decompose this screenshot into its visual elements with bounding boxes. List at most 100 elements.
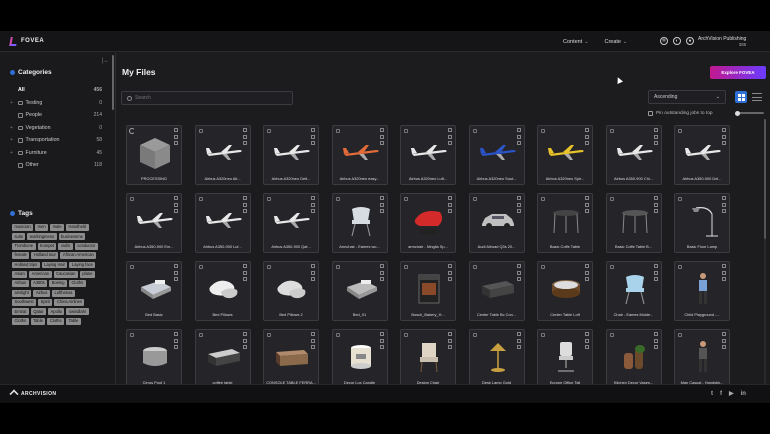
tag-chip[interactable]: Caucasian: [53, 270, 78, 278]
delete-icon[interactable]: [448, 209, 452, 213]
file-card[interactable]: Bed Basic: [126, 261, 182, 321]
edit-icon[interactable]: [242, 196, 247, 200]
tag-chip[interactable]: Lufthansa: [51, 289, 75, 297]
edit-icon[interactable]: [311, 196, 315, 200]
file-checkbox[interactable]: [472, 129, 477, 133]
download-icon[interactable]: [311, 338, 315, 343]
file-card[interactable]: Chair - Eames Molde...: [605, 261, 662, 321]
file-card[interactable]: Airbus A350-900 Em...: [126, 193, 182, 253]
file-card[interactable]: Center Table Bc Con...: [468, 261, 525, 321]
file-card[interactable]: armchair - Ninglia Sp...: [400, 193, 456, 253]
file-checkbox[interactable]: [678, 197, 682, 201]
file-card[interactable]: Airbus A320neo Luft...: [400, 125, 456, 185]
file-checkbox[interactable]: [130, 197, 134, 201]
tag-chip[interactable]: Cloths: [12, 317, 29, 325]
file-card[interactable]: Bed Pillows: [194, 261, 251, 321]
file-card[interactable]: Airbus A350-900 Qat...: [263, 193, 319, 253]
pin-checkbox[interactable]: [648, 111, 653, 116]
file-card[interactable]: CONSOLE TABLE FERRA...: [263, 329, 319, 384]
tag-chip[interactable]: Holland tour: [31, 252, 59, 259]
download-icon[interactable]: [379, 134, 384, 139]
category-checkbox[interactable]: [18, 100, 23, 105]
tag-chip[interactable]: suits: [12, 233, 26, 241]
tag-chip[interactable]: African American: [60, 252, 97, 259]
delete-icon[interactable]: [311, 277, 315, 281]
file-checkbox[interactable]: [267, 197, 271, 201]
file-checkbox[interactable]: [130, 265, 134, 269]
file-card[interactable]: Kitchen Decor Vases...: [605, 329, 662, 384]
file-checkbox[interactable]: [472, 333, 477, 337]
file-card[interactable]: Child Playground -...: [674, 261, 730, 321]
file-card[interactable]: Airbus A350-900 Chi...: [605, 125, 662, 185]
file-thumbnail[interactable]: [616, 135, 654, 170]
delete-icon[interactable]: [448, 345, 452, 349]
file-thumbnail[interactable]: [479, 203, 517, 238]
sort-dropdown[interactable]: Ascending ⌄: [648, 90, 726, 104]
tag-chip[interactable]: Southwest: [12, 299, 37, 306]
tag-chip[interactable]: Holland trips: [12, 261, 40, 269]
tag-chip[interactable]: violin: [58, 242, 73, 250]
download-icon[interactable]: [379, 338, 384, 343]
file-checkbox[interactable]: [267, 265, 271, 269]
file-checkbox[interactable]: [541, 265, 545, 269]
delete-icon[interactable]: [174, 277, 178, 281]
grid-view-icon[interactable]: [735, 91, 747, 103]
file-card[interactable]: Airbus A320neo Sout...: [468, 125, 525, 185]
file-checkbox[interactable]: [472, 265, 477, 269]
tag-chip[interactable]: Airbus: [33, 289, 50, 297]
edit-icon[interactable]: [379, 332, 384, 336]
file-checkbox[interactable]: [198, 265, 203, 269]
download-icon[interactable]: [516, 338, 521, 343]
file-checkbox[interactable]: [678, 129, 682, 133]
category-furniture[interactable]: + Furniture 45: [10, 147, 102, 160]
delete-icon[interactable]: [585, 345, 589, 349]
file-thumbnail[interactable]: [205, 203, 243, 238]
download-icon[interactable]: [516, 202, 521, 207]
download-icon[interactable]: [722, 134, 726, 139]
facebook-icon[interactable]: f: [720, 391, 722, 398]
delete-icon[interactable]: [174, 141, 178, 145]
edit-icon[interactable]: [174, 128, 178, 132]
delete-icon[interactable]: [242, 277, 247, 281]
tag-chip[interactable]: businessme: [58, 233, 86, 241]
tag-chip[interactable]: Apollo: [48, 308, 65, 316]
file-thumbnail[interactable]: [410, 203, 448, 238]
category-checkbox[interactable]: [18, 125, 23, 130]
download-icon[interactable]: [516, 134, 521, 139]
edit-icon[interactable]: [174, 332, 178, 336]
category-people[interactable]: People 214: [10, 109, 102, 122]
file-thumbnail[interactable]: [479, 271, 517, 306]
collapse-sidebar-icon[interactable]: |←: [102, 58, 110, 64]
file-thumbnail[interactable]: [479, 135, 517, 170]
file-thumbnail[interactable]: [342, 203, 380, 238]
edit-icon[interactable]: [722, 332, 726, 336]
delete-icon[interactable]: [516, 141, 521, 145]
file-thumbnail[interactable]: [684, 339, 722, 374]
list-view-icon[interactable]: [752, 93, 762, 101]
file-card[interactable]: Airbus A350-900 Luf...: [194, 193, 251, 253]
download-icon[interactable]: [585, 338, 589, 343]
delete-icon[interactable]: [242, 209, 247, 213]
linkedin-icon[interactable]: in: [741, 391, 746, 398]
tag-chip[interactable]: trumpet: [37, 242, 57, 250]
delete-icon[interactable]: [653, 141, 658, 145]
file-thumbnail[interactable]: [616, 203, 654, 238]
account-menu[interactable]: ArchVision Publishing 385: [698, 36, 746, 48]
download-icon[interactable]: [722, 270, 726, 275]
download-icon[interactable]: [653, 270, 658, 275]
delete-icon[interactable]: [379, 209, 384, 213]
delete-icon[interactable]: [653, 277, 658, 281]
twitter-icon[interactable]: t: [711, 391, 713, 398]
download-icon[interactable]: [242, 202, 247, 207]
delete-icon[interactable]: [174, 345, 178, 349]
delete-icon[interactable]: [585, 141, 589, 145]
tag-chip[interactable]: A380s: [30, 280, 48, 288]
edit-icon[interactable]: [448, 196, 452, 200]
file-thumbnail[interactable]: [342, 135, 380, 170]
edit-icon[interactable]: [311, 128, 315, 132]
download-icon[interactable]: [722, 202, 726, 207]
file-thumbnail[interactable]: [205, 339, 243, 374]
file-card[interactable]: Bed Pillows 2: [263, 261, 319, 321]
file-thumbnail[interactable]: [547, 339, 585, 374]
file-thumbnail[interactable]: [479, 339, 517, 374]
